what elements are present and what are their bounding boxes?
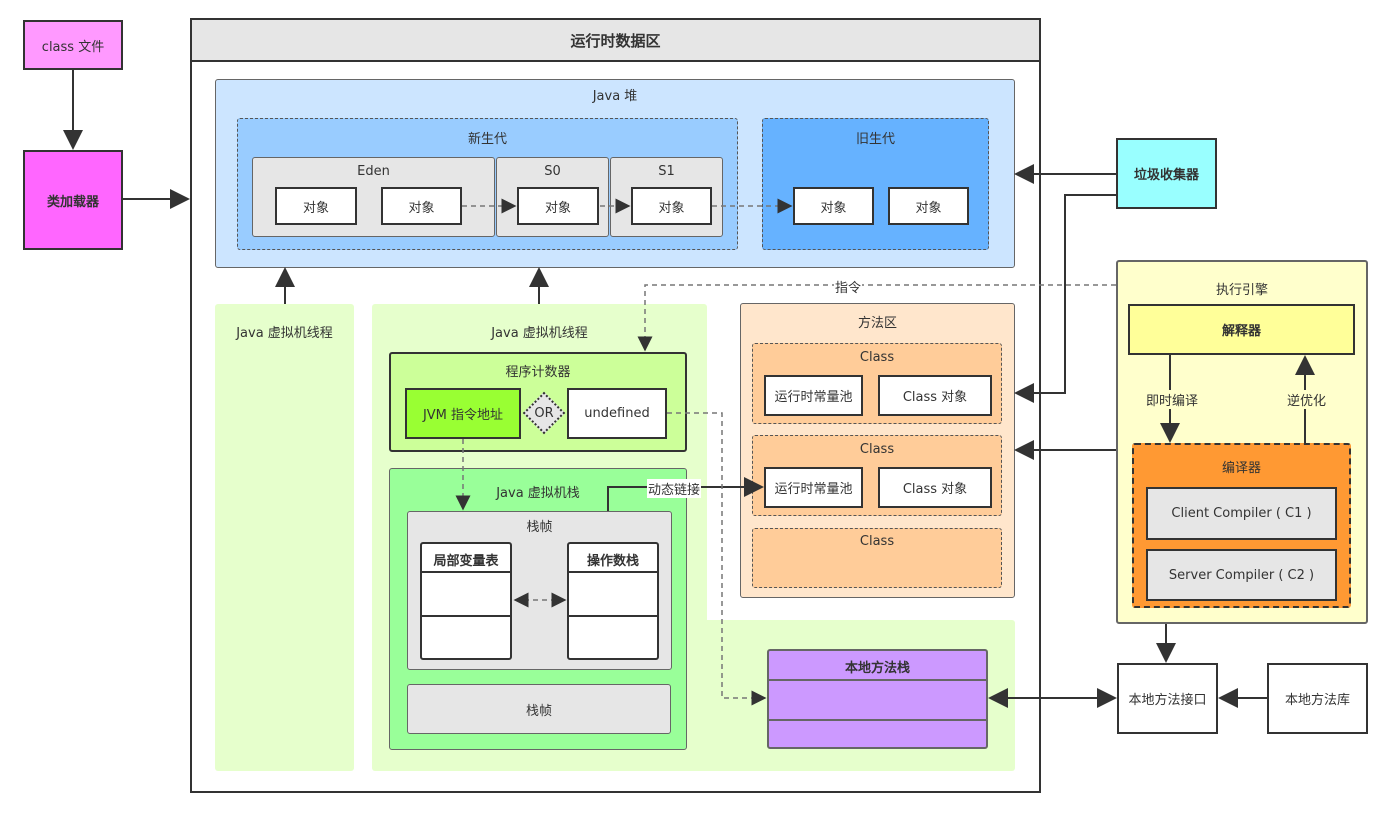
class-object: Class 对象 [878, 375, 992, 416]
class-box: Class [752, 528, 1002, 588]
vm-stack-title: Java 虚拟机栈 [496, 486, 580, 501]
jvm-thread-1: Java 虚拟机线程 [215, 304, 354, 771]
class-loader-label: 类加载器 [46, 194, 99, 210]
method-area-title: 方法区 [857, 316, 897, 331]
old-generation: 旧生代 [762, 118, 989, 250]
thread1-title: Java 虚拟机线程 [236, 326, 333, 341]
native-method-interface: 本地方法接口 [1117, 663, 1218, 734]
young-title: 新生代 [467, 132, 507, 147]
class-title: Class [859, 534, 895, 549]
dynamic-link-label: 动态链接 [647, 479, 702, 498]
class-file-box: class 文件 [23, 20, 123, 70]
class-title: Class [859, 442, 895, 457]
operand-stack: 操作数栈 [567, 542, 659, 660]
deopt-label: 逆优化 [1286, 390, 1328, 409]
runtime-constant-pool: 运行时常量池 [764, 467, 863, 508]
object-box: 对象 [517, 187, 599, 225]
heap-title: Java 堆 [592, 89, 638, 104]
object-box: 对象 [793, 187, 874, 225]
pc-title: 程序计数器 [505, 365, 571, 380]
s1-title: S1 [658, 164, 675, 179]
garbage-collector: 垃圾收集器 [1116, 138, 1217, 209]
class-file-label: class 文件 [41, 39, 105, 55]
object-box: 对象 [631, 187, 712, 225]
object-box: 对象 [275, 187, 357, 225]
object-box: 对象 [381, 187, 462, 225]
thread2-title: Java 虚拟机线程 [491, 326, 588, 341]
class-loader-box: 类加载器 [23, 150, 123, 250]
local-variable-table: 局部变量表 [420, 542, 512, 660]
interpreter: 解释器 [1128, 304, 1355, 355]
jvm-address-box: JVM 指令地址 [405, 388, 521, 439]
instruction-label: 指令 [834, 277, 863, 296]
native-method-library: 本地方法库 [1267, 663, 1368, 734]
server-compiler: Server Compiler ( C2 ) [1146, 549, 1337, 601]
native-stack-title: 本地方法栈 [844, 661, 910, 676]
client-compiler: Client Compiler ( C1 ) [1146, 487, 1337, 540]
locals-title: 局部变量表 [433, 554, 499, 569]
native-method-stack: 本地方法栈 [767, 649, 988, 749]
old-title: 旧生代 [855, 132, 895, 147]
eden-title: Eden [357, 164, 390, 179]
operands-title: 操作数栈 [586, 554, 639, 569]
jit-label: 即时编译 [1145, 390, 1200, 409]
runtime-title: 运行时数据区 [192, 20, 1039, 62]
stack-frame: 栈帧 [407, 684, 671, 734]
object-box: 对象 [888, 187, 969, 225]
compiler-title: 编译器 [1221, 461, 1261, 476]
s0-title: S0 [544, 164, 561, 179]
frame-title: 栈帧 [526, 520, 553, 535]
engine-title: 执行引擎 [1215, 283, 1268, 298]
undefined-box: undefined [567, 388, 667, 439]
runtime-constant-pool: 运行时常量池 [764, 375, 863, 416]
class-title: Class [859, 350, 895, 365]
or-label: OR [534, 405, 554, 421]
class-object: Class 对象 [878, 467, 992, 508]
